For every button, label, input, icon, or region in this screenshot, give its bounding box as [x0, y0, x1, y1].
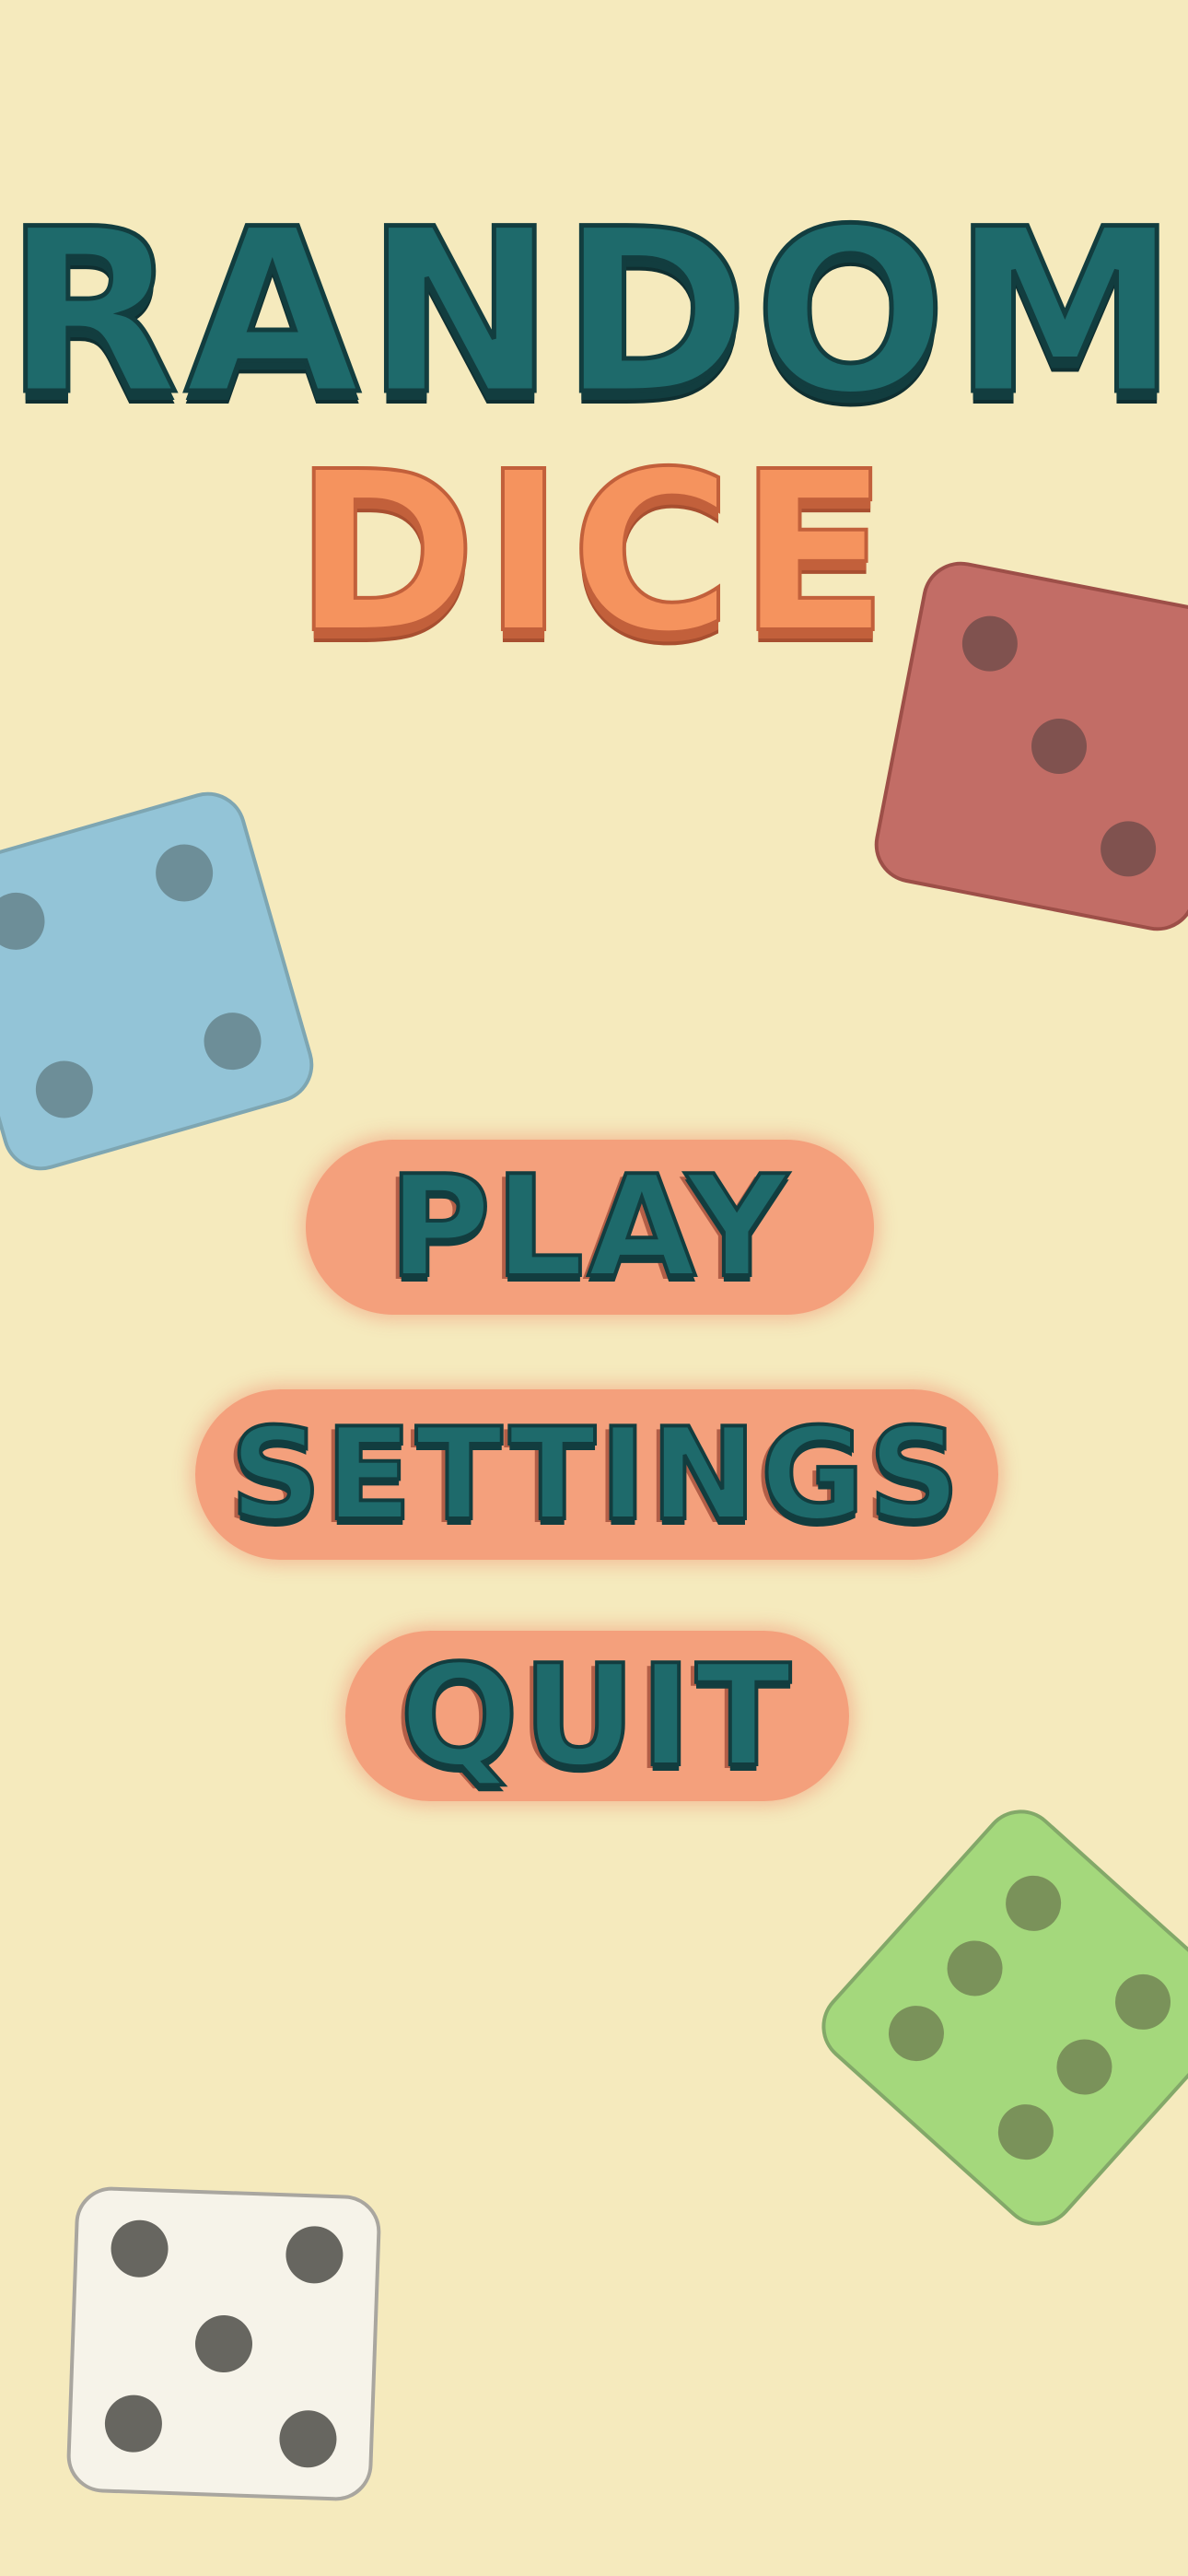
quit-button[interactable]: QUIT: [345, 1631, 849, 1801]
quit-button-label: QUIT: [398, 1633, 795, 1797]
play-button[interactable]: PLAY: [306, 1140, 874, 1315]
green-die-icon: [821, 1809, 1188, 2226]
play-button-label: PLAY: [387, 1145, 792, 1308]
settings-button-label: SETTINGS: [228, 1399, 964, 1549]
title-dice: DICE: [292, 424, 895, 682]
title-random: RANDOM: [3, 181, 1183, 445]
settings-button[interactable]: SETTINGS: [195, 1389, 998, 1560]
blue-die-icon: [0, 791, 314, 1171]
white-die-icon: [66, 2186, 381, 2501]
